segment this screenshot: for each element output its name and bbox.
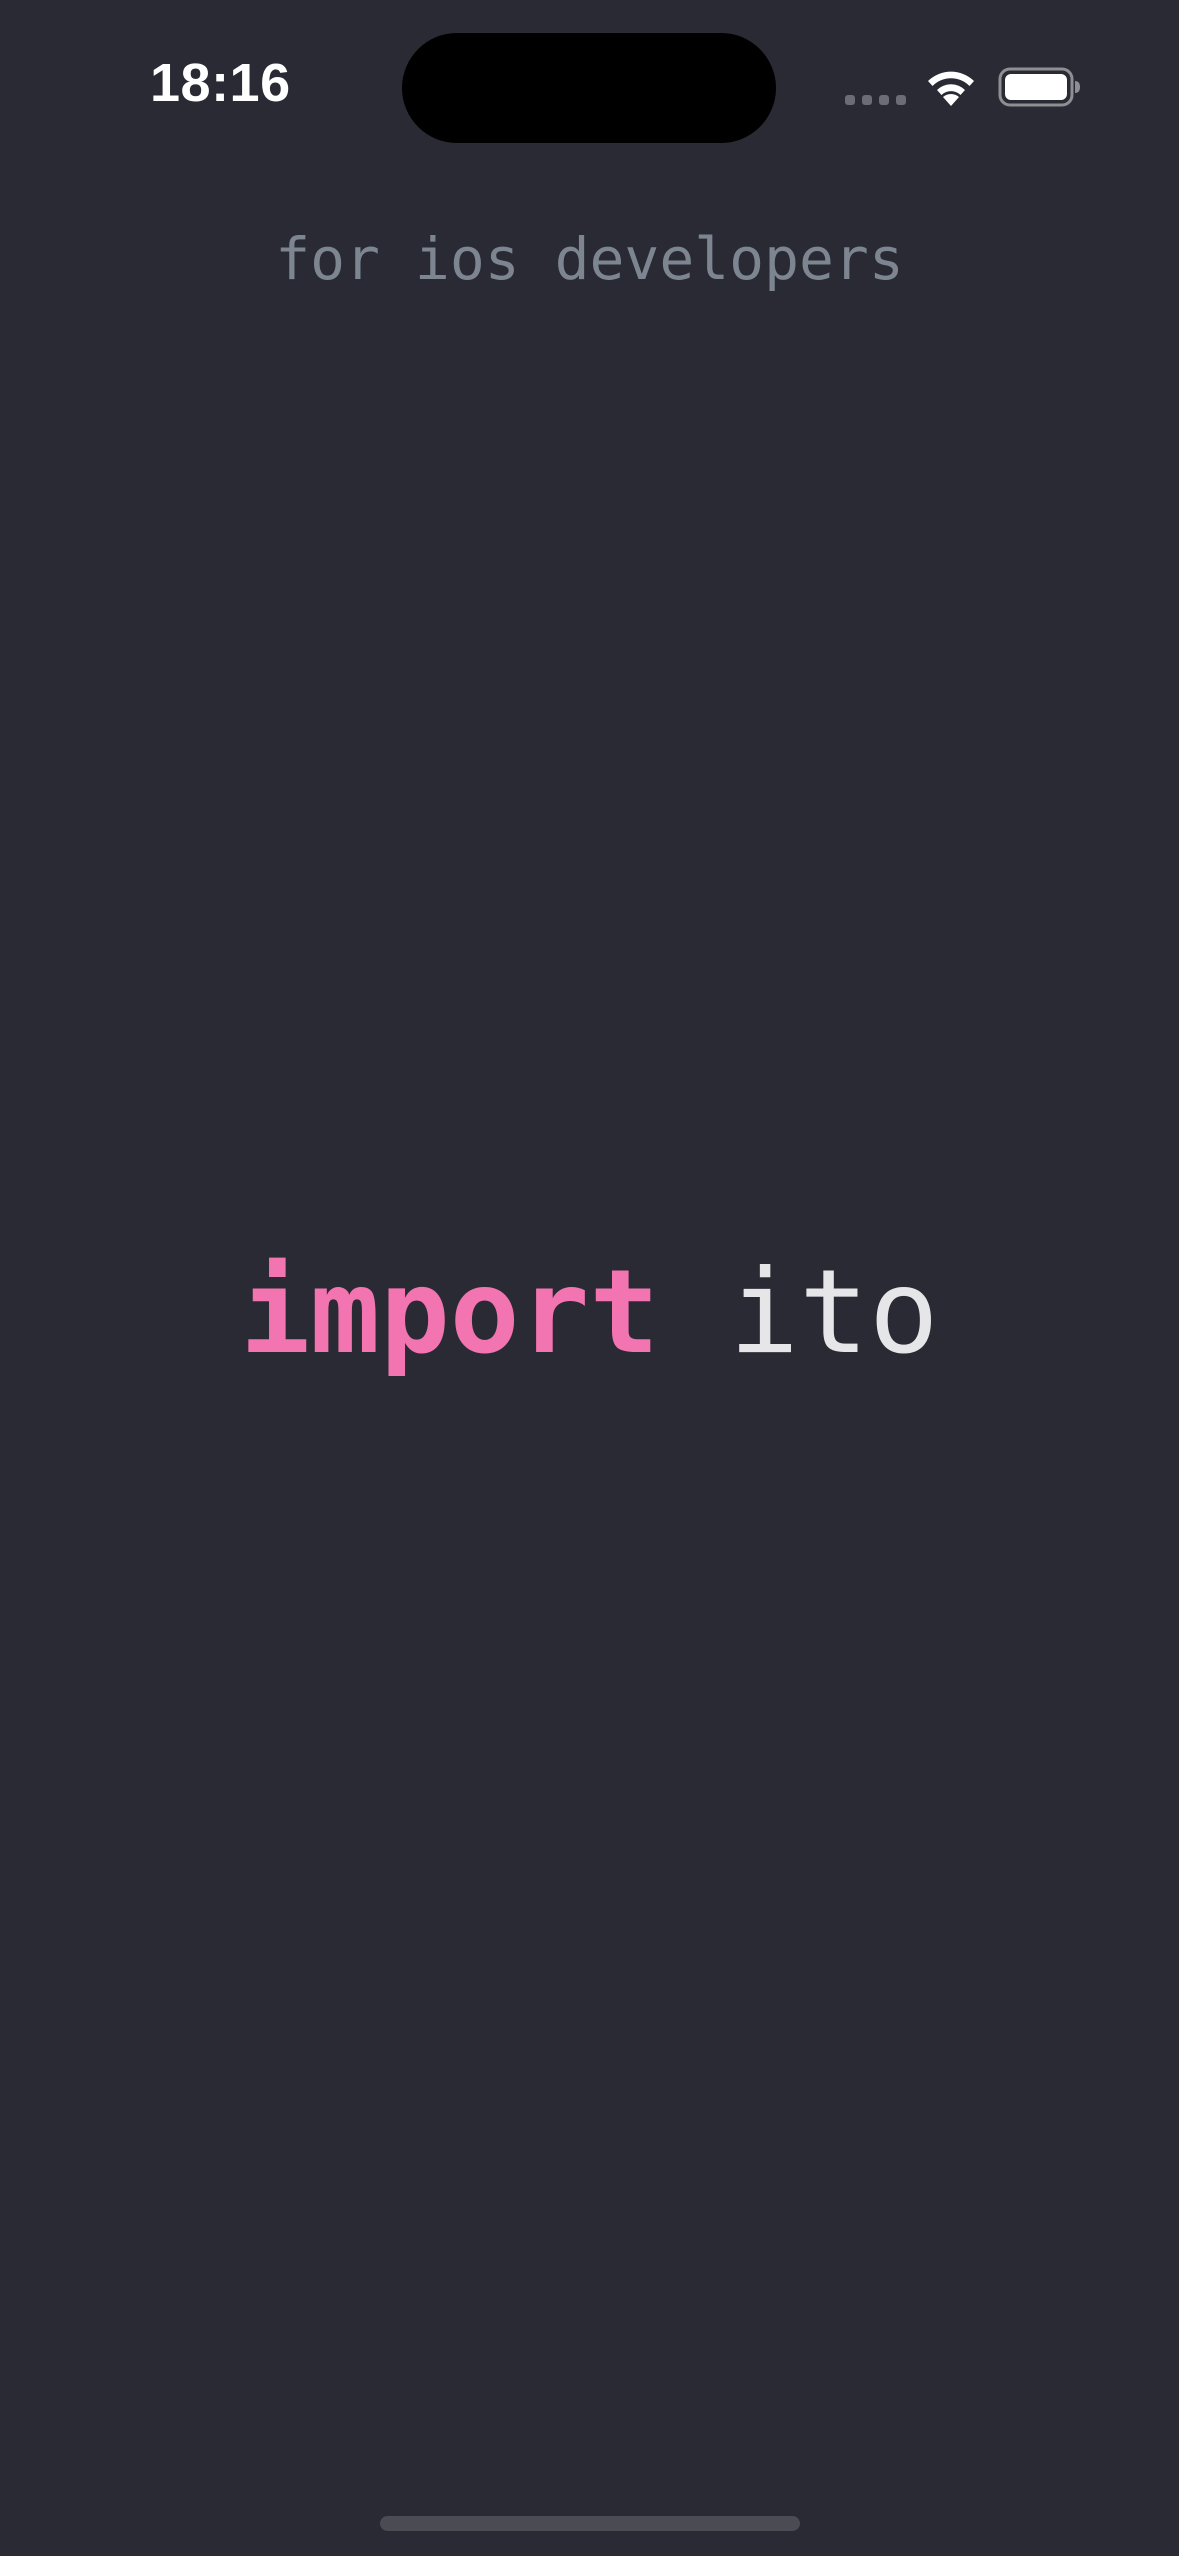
battery-icon (998, 67, 1080, 107)
app-wordmark: import ito (0, 1245, 1179, 1380)
home-indicator[interactable] (380, 2516, 800, 2531)
status-bar-time: 18:16 (150, 53, 291, 113)
tagline: for ios developers (275, 225, 904, 293)
wifi-icon (928, 71, 974, 106)
dynamic-island (402, 33, 776, 143)
wordmark-module: ito (729, 1245, 939, 1380)
splash-screen: 18:16 for ios developers import ito (0, 0, 1179, 2556)
wordmark-keyword: import (240, 1245, 660, 1380)
cellular-signal-icon (845, 95, 906, 105)
